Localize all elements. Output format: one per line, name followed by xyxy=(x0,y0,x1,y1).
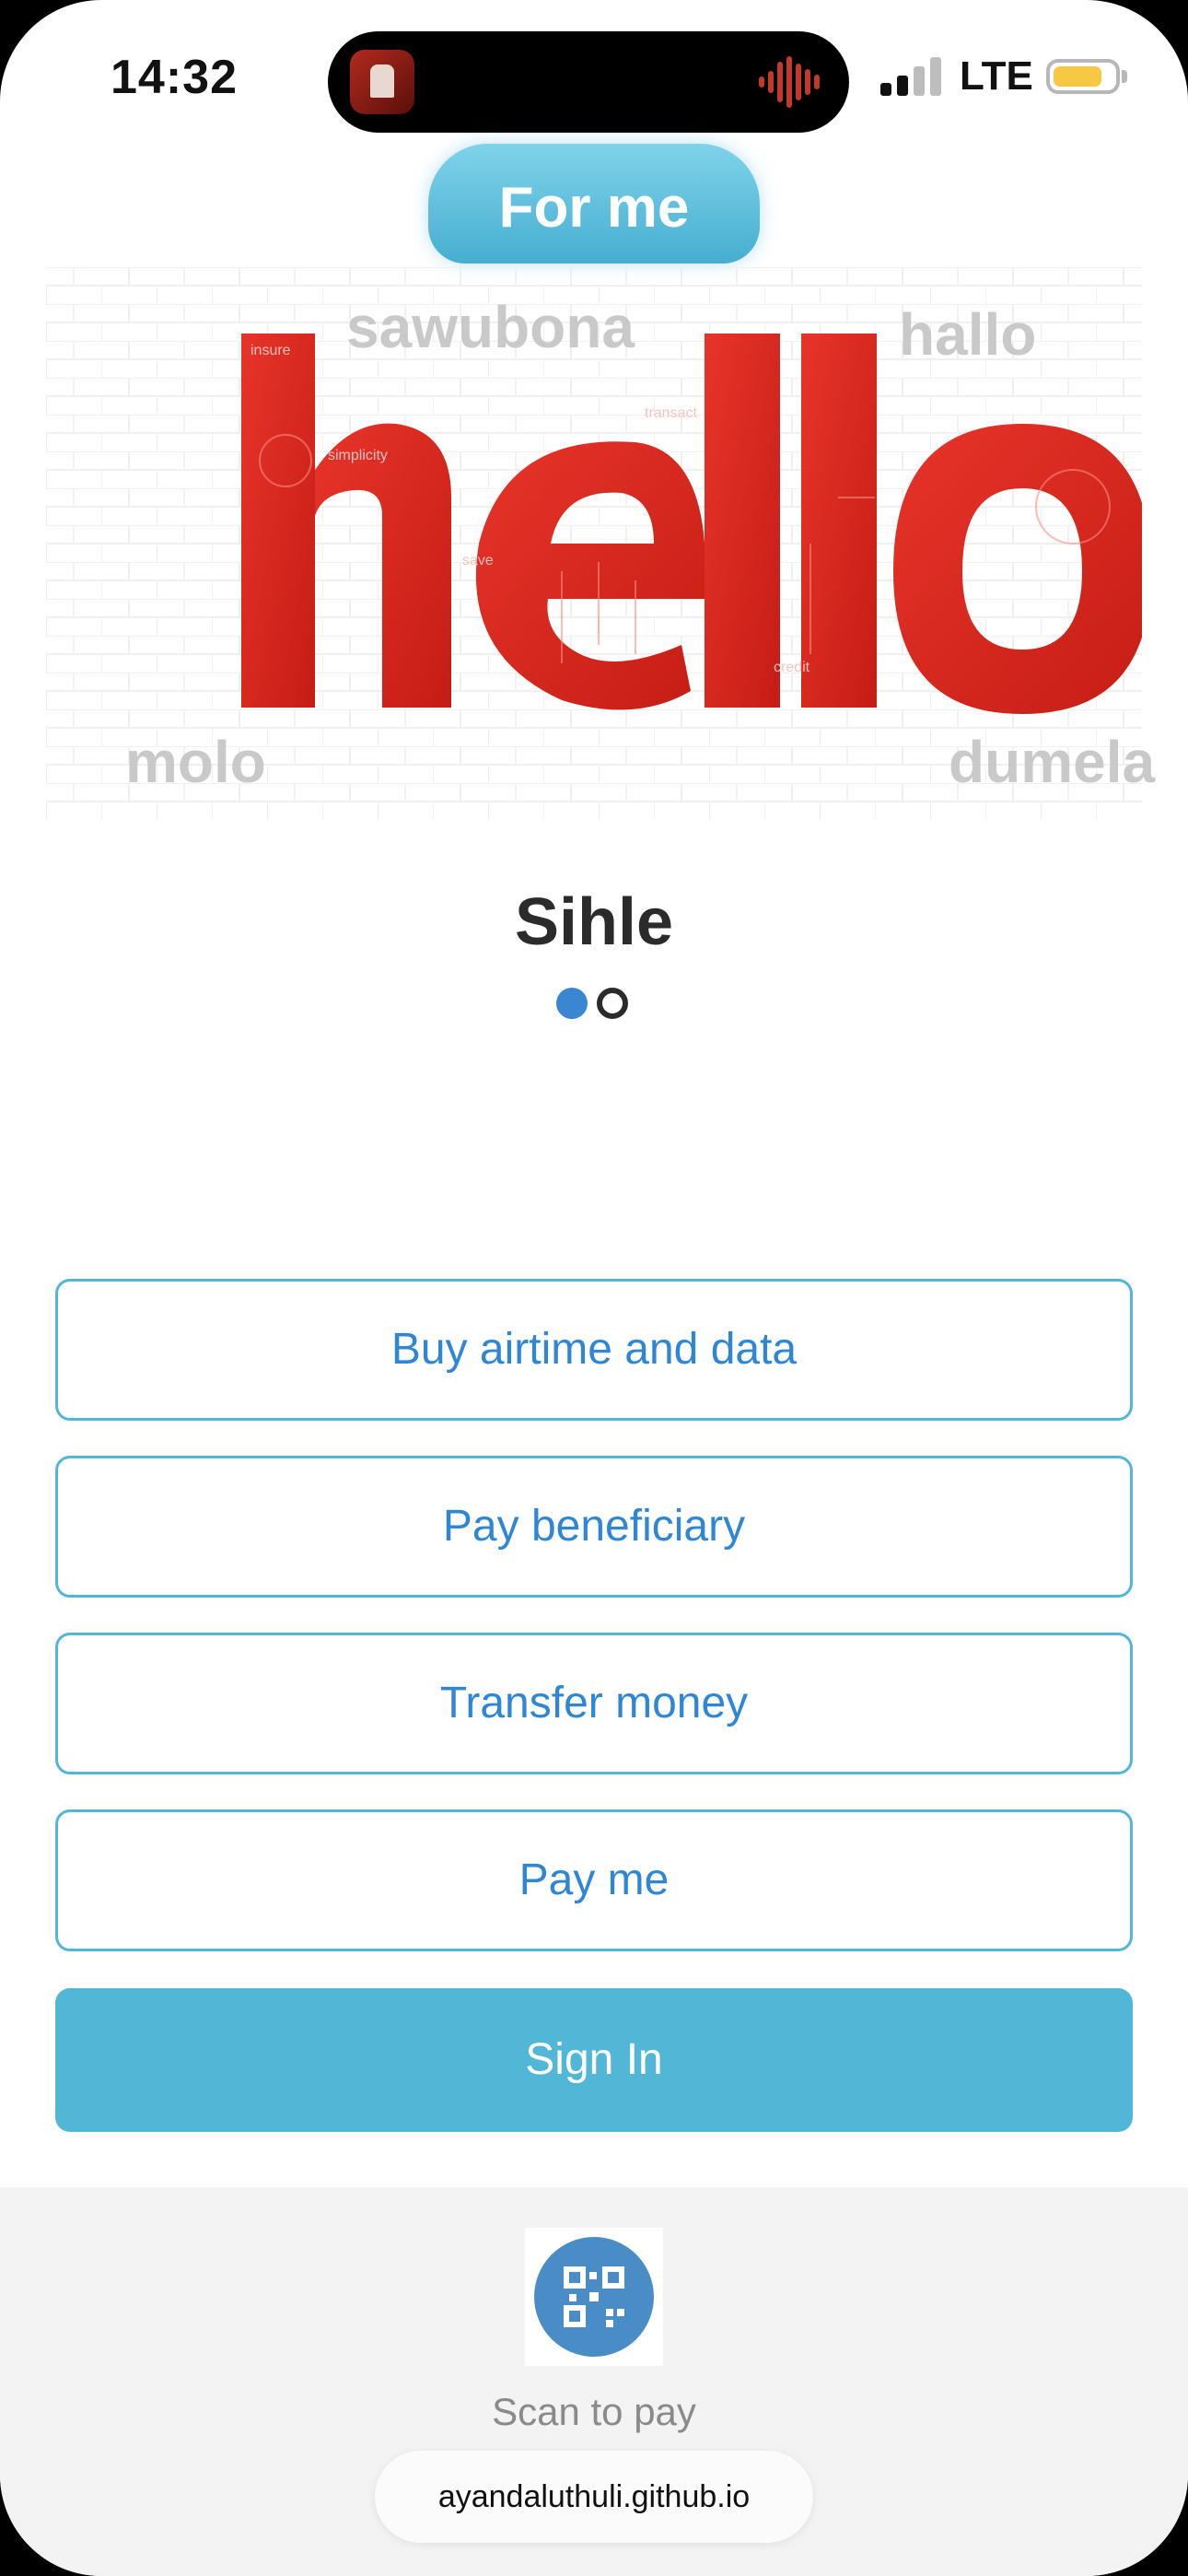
for-me-tab[interactable]: For me xyxy=(428,144,760,263)
scan-to-pay-label: Scan to pay xyxy=(492,2390,696,2433)
hero-tag-save: save xyxy=(462,553,494,568)
audio-wave-icon xyxy=(759,56,820,108)
transfer-money-button[interactable]: Transfer money xyxy=(55,1633,1133,1774)
hello-banner[interactable]: sawubona hallo molo dumela insure simpli… xyxy=(46,267,1155,820)
pager-dot-active[interactable] xyxy=(556,988,588,1019)
carousel-pager[interactable] xyxy=(542,986,646,1026)
network-type: LTE xyxy=(960,53,1033,99)
hero-tag-simplicity: simplicity xyxy=(328,448,388,463)
qr-code-icon xyxy=(564,2266,624,2327)
dynamic-island[interactable] xyxy=(328,31,849,133)
footer: Scan to pay ayandaluthuli.github.io xyxy=(0,2187,1188,2576)
hero-tag-credit: credit xyxy=(774,660,810,675)
pager-dot-inactive[interactable] xyxy=(597,988,628,1019)
battery-tip xyxy=(1122,70,1127,83)
scan-to-pay-button[interactable] xyxy=(525,2228,663,2366)
url-bar[interactable]: ayandaluthuli.github.io xyxy=(375,2451,813,2543)
hero-tag-insure: insure xyxy=(250,343,291,358)
pay-beneficiary-button[interactable]: Pay beneficiary xyxy=(55,1456,1133,1598)
app-screen: 14:32 LTE For me sawubona hallo molo dum… xyxy=(0,0,1188,2576)
status-time: 14:32 xyxy=(111,51,238,104)
signal-icon xyxy=(880,57,941,96)
hero-tag-transact: transact xyxy=(645,405,697,421)
account-holder-name: Sihle xyxy=(514,885,674,959)
pay-me-button[interactable]: Pay me xyxy=(55,1809,1133,1951)
battery-icon xyxy=(1046,59,1120,94)
hello-wordmark xyxy=(241,334,1142,714)
sign-in-button[interactable]: Sign In xyxy=(55,1988,1133,2132)
buy-airtime-button[interactable]: Buy airtime and data xyxy=(55,1279,1133,1421)
battery-level xyxy=(1054,66,1101,87)
now-playing-icon xyxy=(350,50,414,114)
